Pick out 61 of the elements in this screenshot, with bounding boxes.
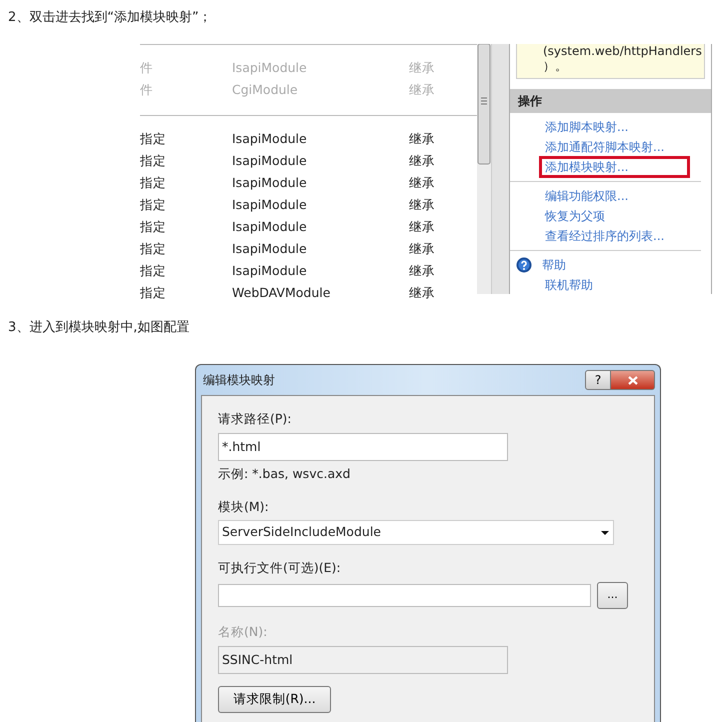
table-cell-text: IsapiModule xyxy=(231,240,308,258)
step-instruction: 2、双击进去找到“添加模块映射”； xyxy=(8,10,212,25)
field-label: 可执行文件(可选)(E): xyxy=(218,559,342,578)
hint-text: 示例: *.bas, wsvc.axd xyxy=(218,464,352,483)
input-field[interactable] xyxy=(218,584,591,607)
action-link[interactable]: 添加模块映射... xyxy=(541,158,688,176)
splitter-bar[interactable] xyxy=(491,44,510,294)
browse-button[interactable]: ... xyxy=(597,582,628,609)
module-dropdown[interactable]: ServerSideIncludeModule xyxy=(218,520,614,546)
action-link[interactable]: 添加脚本映射... xyxy=(541,118,632,136)
input-field[interactable]: *.html xyxy=(218,432,508,461)
table-cell-text: 继承 xyxy=(408,218,436,236)
table-cell-text: IsapiModule xyxy=(231,218,308,236)
table-cell-text: IsapiModule xyxy=(231,130,308,148)
table-cell-text: 件 xyxy=(140,80,154,99)
caret-icon xyxy=(601,530,609,535)
info-text: ）。 xyxy=(543,59,568,74)
action-link[interactable]: 恢复为父项 xyxy=(541,207,609,225)
action-link[interactable]: 编辑功能权限... xyxy=(541,187,632,205)
table-cell-text: 指定 xyxy=(140,262,167,280)
table-cell-text: IsapiModule xyxy=(231,196,308,214)
table-cell-text: 继承 xyxy=(408,262,436,280)
table-cell-text: 指定 xyxy=(140,218,167,236)
close-icon xyxy=(626,374,638,386)
action-link[interactable]: 联机帮助 xyxy=(541,276,597,294)
table-cell-text: 指定 xyxy=(140,196,167,214)
action-link[interactable]: 帮助 xyxy=(538,256,570,274)
table-cell-text: 指定 xyxy=(140,284,167,302)
action-link[interactable]: 查看经过排序的列表... xyxy=(541,227,668,245)
actions-header: 操作 xyxy=(510,89,711,113)
table-cell-text: IsapiModule xyxy=(231,58,308,77)
step-instruction: 3、进入到模块映射中,如图配置 xyxy=(8,320,190,335)
scrollbar[interactable] xyxy=(477,44,491,294)
table-cell-text: 继承 xyxy=(408,130,436,148)
close-button[interactable] xyxy=(611,370,655,390)
help-icon xyxy=(516,257,532,273)
table-cell-text: 继承 xyxy=(408,196,436,214)
field-label: 请求路径(P): xyxy=(218,410,293,428)
table-cell-text: CgiModule xyxy=(231,80,299,99)
table-cell-text: 件 xyxy=(140,58,154,77)
table-cell-text: 继承 xyxy=(408,240,436,258)
table-cell-text: 继承 xyxy=(408,174,436,192)
table-cell-text: 继承 xyxy=(408,58,436,77)
table-cell-text: IsapiModule xyxy=(231,262,308,280)
field-label: 模块(M): xyxy=(218,498,270,516)
field-label: 名称(N): xyxy=(218,623,268,641)
table-cell-text: 指定 xyxy=(140,174,167,192)
request-restrictions-button[interactable]: 请求限制(R)... xyxy=(218,686,331,713)
table-cell-text: IsapiModule xyxy=(231,174,308,192)
window-title: 编辑模块映射 xyxy=(202,372,275,389)
table-cell-text: 继承 xyxy=(408,152,436,170)
table-cell-text: 指定 xyxy=(140,130,167,148)
table-cell-text: 指定 xyxy=(140,240,167,258)
table-cell-text: 继承 xyxy=(408,80,436,99)
action-link[interactable]: 添加通配符脚本映射... xyxy=(541,138,668,156)
table-cell-text: 继承 xyxy=(408,284,436,302)
info-text: (system.web/httpHandlers xyxy=(543,44,703,59)
table-cell-text: 指定 xyxy=(140,152,167,170)
table-cell-text: WebDAVModule xyxy=(231,284,332,302)
help-button[interactable]: ? xyxy=(585,370,611,390)
table-cell-text: IsapiModule xyxy=(231,152,308,170)
